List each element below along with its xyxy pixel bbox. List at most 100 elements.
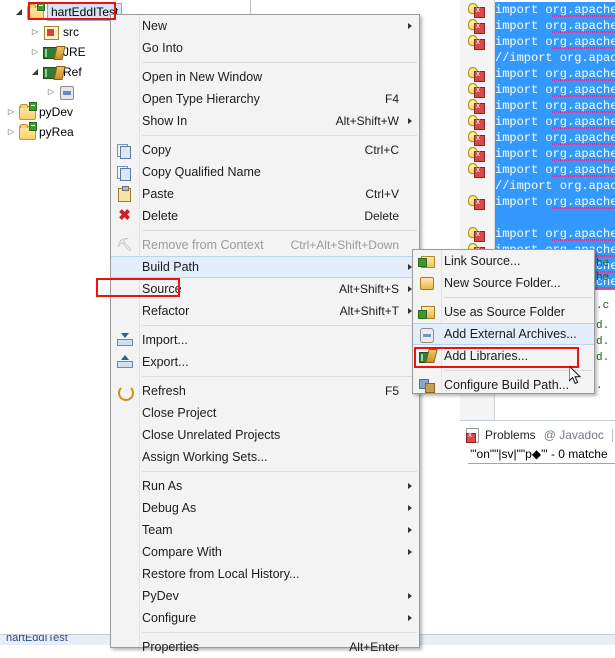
delete-icon: ✖ (118, 207, 131, 224)
warning-marker-icon[interactable] (468, 67, 485, 82)
menu-item-configure-build-path[interactable]: Configure Build Path... (413, 374, 594, 396)
menu-item-add-libraries[interactable]: Add Libraries... (413, 345, 594, 367)
tree-item-ref[interactable]: ◢ Ref (0, 62, 82, 82)
menu-item-close-unrelated-projects[interactable]: Close Unrelated Projects (111, 424, 419, 446)
submenu-arrow-icon (408, 615, 412, 621)
menu-item-build-path[interactable]: Build Path (111, 256, 419, 278)
menu-item-shortcut: Alt+Enter (349, 640, 399, 654)
menu-item-pydev[interactable]: PyDev (111, 585, 419, 607)
tab-problems[interactable]: Problems (485, 428, 536, 442)
menu-item-label: Show In (142, 114, 188, 128)
warning-marker-icon[interactable] (468, 147, 485, 162)
menu-separator (142, 135, 417, 136)
menu-item-label: Go Into (142, 41, 183, 55)
library-icon (42, 64, 60, 80)
menu-item-link-source[interactable]: Link Source... (413, 250, 594, 272)
code-tail-snippet: .c (596, 300, 610, 312)
submenu-arrow-icon (408, 505, 412, 511)
warning-marker-icon[interactable] (468, 35, 485, 50)
menu-item-copy-qualified-name[interactable]: Copy Qualified Name (111, 161, 419, 183)
menu-item-shortcut: Alt+Shift+S (338, 282, 399, 296)
tree-item-node-4[interactable]: ▷ (0, 82, 79, 102)
menu-item-restore-from-local-history[interactable]: Restore from Local History... (111, 563, 419, 585)
code-line[interactable]: //import org.apac (495, 50, 615, 66)
warning-marker-icon[interactable] (468, 115, 485, 130)
warning-marker-icon[interactable] (468, 195, 485, 210)
menu-item-label: Team (142, 523, 173, 537)
tree-item-pydev[interactable]: ▷ pyDev (0, 102, 73, 122)
menu-item-add-external-archives[interactable]: Add External Archives... (413, 323, 594, 345)
menu-item-export[interactable]: Export... (111, 351, 419, 373)
menu-item-open-in-new-window[interactable]: Open in New Window (111, 66, 419, 88)
menu-item-compare-with[interactable]: Compare With (111, 541, 419, 563)
menu-item-team[interactable]: Team (111, 519, 419, 541)
menu-item-run-as[interactable]: Run As (111, 475, 419, 497)
menu-item-paste[interactable]: Paste Ctrl+V (111, 183, 419, 205)
menu-item-label: Import... (142, 333, 188, 347)
project-context-menu[interactable]: New Go Into Open in New Window Open Type Hi… (110, 14, 420, 654)
menu-item-source[interactable]: Source Alt+Shift+S (111, 278, 419, 300)
submenu-arrow-icon (408, 593, 412, 599)
menu-item-delete[interactable]: ✖ Delete Delete (111, 205, 419, 227)
menu-item-show-in[interactable]: Show In Alt+Shift+W (111, 110, 419, 132)
menu-item-go-into[interactable]: Go Into (111, 37, 419, 59)
menu-item-label: Link Source... (444, 254, 521, 268)
menu-item-label: Build Path (142, 260, 199, 274)
menu-item-label: Configure (142, 611, 197, 625)
menu-item-debug-as[interactable]: Debug As (111, 497, 419, 519)
menu-item-configure[interactable]: Configure (111, 607, 419, 629)
menu-item-new[interactable]: New (111, 15, 419, 37)
source-folder-icon (42, 24, 60, 40)
menu-item-new-source-folder[interactable]: New Source Folder... (413, 272, 594, 294)
twisty-collapsed-icon[interactable]: ▷ (4, 122, 18, 142)
error-squiggle (552, 207, 615, 209)
code-line[interactable] (495, 210, 615, 226)
twisty-expanded-icon[interactable]: ◢ (28, 62, 42, 82)
problems-row-text[interactable]: '"on""|sv|""p◆"' - 0 matche (470, 447, 608, 461)
project-folder-icon (18, 122, 37, 140)
build-path-submenu[interactable]: Link Source... New Source Folder... Use as… (412, 249, 595, 394)
tree-item-src[interactable]: ▷ src (0, 22, 79, 42)
menu-item-label: Delete (142, 209, 179, 223)
warning-marker-icon[interactable] (468, 227, 485, 242)
error-squiggle (552, 31, 615, 33)
menu-item-label: Export... (142, 355, 189, 369)
menu-item-close-project[interactable]: Close Project (111, 402, 419, 424)
menu-item-refactor[interactable]: Refactor Alt+Shift+T (111, 300, 419, 322)
code-line[interactable]: //import org.apac (495, 178, 615, 194)
error-squiggle (552, 143, 615, 145)
menu-item-import[interactable]: Import... (111, 329, 419, 351)
tab-javadoc[interactable]: @ Javadoc (544, 428, 604, 442)
project-folder-icon (18, 102, 37, 120)
tree-item-hartedditest[interactable]: ◢ hartEddITest (0, 2, 123, 22)
warning-marker-icon[interactable] (468, 99, 485, 114)
twisty-collapsed-icon[interactable]: ▷ (28, 22, 42, 42)
warning-marker-icon[interactable] (468, 163, 485, 178)
menu-item-assign-working-sets[interactable]: Assign Working Sets... (111, 446, 419, 468)
menu-item-open-type-hierarchy[interactable]: Open Type Hierarchy F4 (111, 88, 419, 110)
menu-separator (444, 370, 592, 371)
menu-item-remove-from-context: ⛏ Remove from Context Ctrl+Alt+Shift+Down (111, 234, 419, 256)
menu-item-label: Remove from Context (142, 238, 264, 252)
tree-item-jre[interactable]: ▷ JRE (0, 42, 86, 62)
warning-marker-icon[interactable] (468, 19, 485, 34)
menu-item-label: Close Unrelated Projects (142, 428, 281, 442)
twisty-collapsed-icon[interactable]: ▷ (28, 42, 42, 62)
menu-item-properties[interactable]: Properties Alt+Enter (111, 636, 419, 658)
twisty-collapsed-icon[interactable]: ▷ (44, 82, 58, 102)
twisty-collapsed-icon[interactable]: ▷ (4, 102, 18, 122)
menu-item-shortcut: Ctrl+V (365, 187, 399, 201)
menu-item-copy[interactable]: Copy Ctrl+C (111, 139, 419, 161)
warning-marker-icon[interactable] (468, 83, 485, 98)
menu-item-use-as-source-folder[interactable]: Use as Source Folder (413, 301, 594, 323)
menu-item-label: PyDev (142, 589, 179, 603)
twisty-expanded-icon[interactable]: ◢ (12, 2, 26, 22)
menu-separator (142, 471, 417, 472)
problems-tab-bar[interactable]: Problems @ Javadoc (460, 425, 615, 445)
warning-marker-icon[interactable] (468, 131, 485, 146)
tree-item-pyrea[interactable]: ▷ pyRea (0, 122, 74, 142)
menu-item-refresh[interactable]: Refresh F5 (111, 380, 419, 402)
menu-item-label: Refresh (142, 384, 186, 398)
library-icon (42, 44, 60, 60)
warning-marker-icon[interactable] (468, 3, 485, 18)
